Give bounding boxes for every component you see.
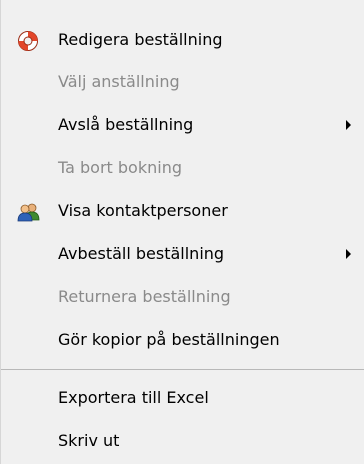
menu-item-visa-kontaktpersoner[interactable]: Visa kontaktpersoner [1,190,364,232]
menu-item-exportera-till-excel[interactable]: Exportera till Excel [1,377,364,419]
menu-item-returnera-bestallning[interactable]: Returnera beställning [1,276,364,318]
menu-item-redigera-bestallning[interactable]: Redigera beställning [1,19,364,61]
menu-item-label: Visa kontaktpersoner [58,201,228,220]
menu-item-valj-anstallning[interactable]: Välj anställning [1,61,364,103]
menu-item-gor-kopior[interactable]: Gör kopior på beställningen [1,319,364,361]
menu-item-avbestall-bestallning[interactable]: Avbeställ beställning [1,233,364,275]
menu-item-label: Ta bort bokning [58,158,182,177]
menu-item-label: Avslå beställning [58,115,194,134]
menu-separator [1,369,364,370]
menu-item-label: Skriv ut [58,431,120,450]
submenu-arrow-icon [346,120,351,130]
submenu-arrow-icon [346,249,351,259]
menu-item-skriv-ut[interactable]: Skriv ut [1,420,364,462]
menu-item-label: Välj anställning [58,72,180,91]
menu-item-label: Returnera beställning [58,287,231,306]
menu-item-avsla-bestallning[interactable]: Avslå beställning [1,104,364,146]
menu-item-label: Gör kopior på beställningen [58,330,280,349]
menu-item-ta-bort-bokning[interactable]: Ta bort bokning [1,147,364,189]
menu-item-label: Exportera till Excel [58,388,209,407]
contacts-icon [17,201,40,223]
lifebuoy-icon [17,30,39,52]
menu-item-label: Avbeställ beställning [58,244,225,263]
menu-item-label: Redigera beställning [58,30,223,49]
context-menu: Redigera beställning Välj anställning Av… [0,0,364,464]
